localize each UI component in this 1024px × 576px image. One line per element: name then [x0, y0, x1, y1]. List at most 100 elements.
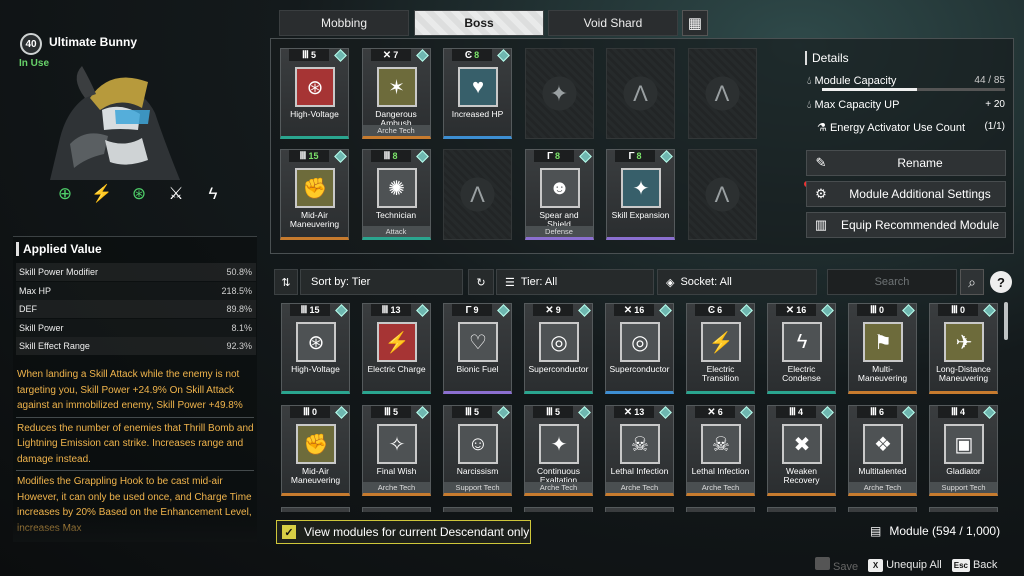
module-card-partial[interactable] — [524, 507, 593, 512]
module-card[interactable]: Ⅲ 4 ✖ Weaken Recovery — [767, 405, 836, 496]
module-card[interactable]: ✕ 13 ☠ Lethal Infection Arche Tech — [605, 405, 674, 496]
module-card[interactable]: ✕ 6 ☠ Lethal Infection Arche Tech — [686, 405, 755, 496]
module-card-partial[interactable] — [281, 507, 350, 512]
module-card[interactable]: Γ 8 ✦ Skill Expansion — [606, 149, 675, 240]
module-art-icon: ✈ — [944, 322, 984, 362]
module-card[interactable]: Ⅲ 5 ✦ Continuous Exaltation Arche Tech — [524, 405, 593, 496]
module-capacity-value: 6 — [878, 407, 884, 417]
module-card[interactable]: Ⅲ 5 ✧ Final Wish Arche Tech — [362, 405, 431, 496]
empty-module-slot[interactable]: ✦ — [524, 48, 594, 139]
enhancement-diamond-icon — [983, 304, 996, 317]
module-name: Gladiator — [946, 466, 981, 476]
module-card[interactable]: Ⅲ 0 ✊ Mid-Air Maneuvering — [281, 405, 350, 496]
module-type-label: Support Tech — [444, 482, 511, 493]
module-card[interactable]: Γ 9 ♡ Bionic Fuel — [443, 303, 512, 394]
module-effect-list[interactable]: When landing a Skill Attack while the en… — [16, 364, 254, 539]
help-button[interactable]: ? — [990, 271, 1012, 293]
socket-icon: Ⅲ — [303, 406, 310, 418]
module-card-partial[interactable] — [767, 507, 836, 512]
effect-text: Reduces the number of enemies that Thril… — [16, 416, 254, 471]
module-capacity-tag: Ⅲ0 — [938, 304, 978, 316]
module-type-label: Arche Tech — [362, 125, 430, 136]
module-art-icon: ✧ — [377, 424, 417, 464]
module-card[interactable]: Ⅲ 15 ✊ Mid-Air Maneuvering — [280, 149, 349, 240]
module-capacity-value: 5 — [473, 407, 479, 417]
module-capacity-value: 8 — [555, 151, 561, 161]
module-card[interactable]: Ⅲ 5 ⊛ High-Voltage — [280, 48, 349, 139]
stat-label: Skill Effect Range — [19, 341, 90, 351]
details-title: Details — [805, 51, 849, 65]
module-card[interactable]: ✕ 16 ϟ Electric Condense — [767, 303, 836, 394]
module-card[interactable]: Ⅲ 0 ✈ Long-Distance Maneuvering — [929, 303, 998, 394]
module-card-partial[interactable] — [362, 507, 431, 512]
empty-module-slot[interactable]: Λ — [443, 149, 512, 240]
module-card[interactable]: ✕ 16 ◎ Superconductor — [605, 303, 674, 394]
tab-boss[interactable]: Boss — [414, 10, 544, 36]
module-card[interactable]: Ⅲ 15 ⊛ High-Voltage — [281, 303, 350, 394]
module-card[interactable]: Ⅲ 5 ☺ Narcissism Support Tech — [443, 405, 512, 496]
empty-module-slot[interactable]: Λ — [687, 149, 757, 240]
module-card-partial[interactable] — [686, 507, 755, 512]
unequip-key-icon: X — [868, 558, 884, 572]
descendant-filter-toggle[interactable]: ✓ View modules for current Descendant on… — [276, 520, 531, 544]
socket-icon: Ⅲ — [870, 406, 877, 418]
rename-button[interactable]: ✎ Rename — [806, 150, 1006, 176]
module-capacity-tag: Ͼ8 — [452, 49, 492, 61]
tab-mobbing[interactable]: Mobbing — [279, 10, 409, 36]
module-card[interactable]: Ͼ 8 ♥ Increased HP — [443, 48, 512, 139]
enhancement-diamond-icon — [497, 406, 510, 419]
module-name: Lethal Infection — [610, 466, 669, 476]
max-capacity-row: 💧︎ Max Capacity UP + 20 — [807, 99, 1005, 112]
module-card[interactable]: Ⅲ 13 ⚡ Electric Charge — [362, 303, 431, 394]
capacity-bar — [822, 88, 1005, 91]
save-button[interactable]: Save — [815, 557, 858, 573]
socket-icon: Ⅲ — [300, 304, 308, 316]
inventory-scrollbar[interactable] — [1004, 302, 1008, 340]
module-card[interactable]: Ͼ 6 ⚡ Electric Transition — [686, 303, 755, 394]
module-capacity-value: 5 — [310, 50, 316, 60]
socket-icon: Γ — [628, 150, 634, 162]
socket-icon: Ⅲ — [384, 406, 391, 418]
module-capacity-tag: Ⅲ4 — [938, 406, 978, 418]
module-capacity-value: 8 — [636, 151, 642, 161]
socket-type-icon: ✦ — [549, 80, 569, 106]
module-card[interactable]: Ⅲ 6 ❖ Multitalented Arche Tech — [848, 405, 917, 496]
empty-module-slot[interactable]: Λ — [606, 48, 675, 139]
tier-filter-dropdown[interactable]: ☰ Tier: All — [496, 269, 654, 295]
module-capacity-tag: Γ8 — [615, 150, 655, 162]
module-card[interactable]: Ⅲ 0 ⚑ Multi-Maneuvering — [848, 303, 917, 394]
module-card-partial[interactable] — [605, 507, 674, 512]
module-card-partial[interactable] — [848, 507, 917, 512]
sort-order-button[interactable]: ⇅ — [274, 269, 298, 295]
module-card[interactable]: ✕ 7 ✶ Dangerous Ambush Arche Tech — [361, 48, 431, 139]
tab-void-shard[interactable]: Void Shard — [548, 10, 678, 36]
unequip-all-button[interactable]: X Unequip All — [868, 558, 942, 572]
module-card[interactable]: ✕ 9 ◎ Superconductor — [524, 303, 593, 394]
lightning-orb-icon: ⊛ — [131, 183, 147, 203]
socket-filter-dropdown[interactable]: ◈ Socket: All — [657, 269, 817, 295]
module-card[interactable]: Ⅲ 8 ✺ Technician Attack — [361, 149, 431, 240]
add-preset-icon[interactable]: ▦ — [682, 10, 708, 36]
module-capacity-tag: ✕ 6 — [695, 406, 735, 418]
module-capacity-value: 8 — [474, 50, 480, 60]
refresh-button[interactable]: ↻ — [468, 269, 494, 295]
module-card-partial[interactable] — [443, 507, 512, 512]
module-capacity-value: 15 — [308, 151, 319, 161]
module-capacity-value: 6 — [717, 407, 723, 417]
module-card[interactable]: Ⅲ 4 ▣ Gladiator Support Tech — [929, 405, 998, 496]
socket-icon: ✕ — [623, 304, 632, 316]
empty-module-slot[interactable]: Λ — [687, 48, 757, 139]
module-art-icon: ✦ — [539, 424, 579, 464]
search-input[interactable] — [827, 269, 957, 295]
module-type-label: Defense — [525, 226, 593, 237]
back-button[interactable]: Esc Back — [951, 558, 997, 572]
sort-dropdown[interactable]: Sort by: Tier — [300, 269, 463, 295]
module-additional-settings-button[interactable]: ⚙ Module Additional Settings — [806, 181, 1006, 207]
equip-recommended-button[interactable]: ▥ Equip Recommended Module — [806, 212, 1006, 238]
socket-icon: ✕ — [623, 406, 632, 418]
search-icon: ⌕ — [968, 273, 976, 290]
search-button[interactable]: ⌕ — [960, 269, 984, 295]
module-card[interactable]: Γ 8 ☻ Spear and Shield Defense — [524, 149, 594, 240]
target-burst-icon: ⊕ — [57, 183, 73, 203]
module-card-partial[interactable] — [929, 507, 998, 512]
